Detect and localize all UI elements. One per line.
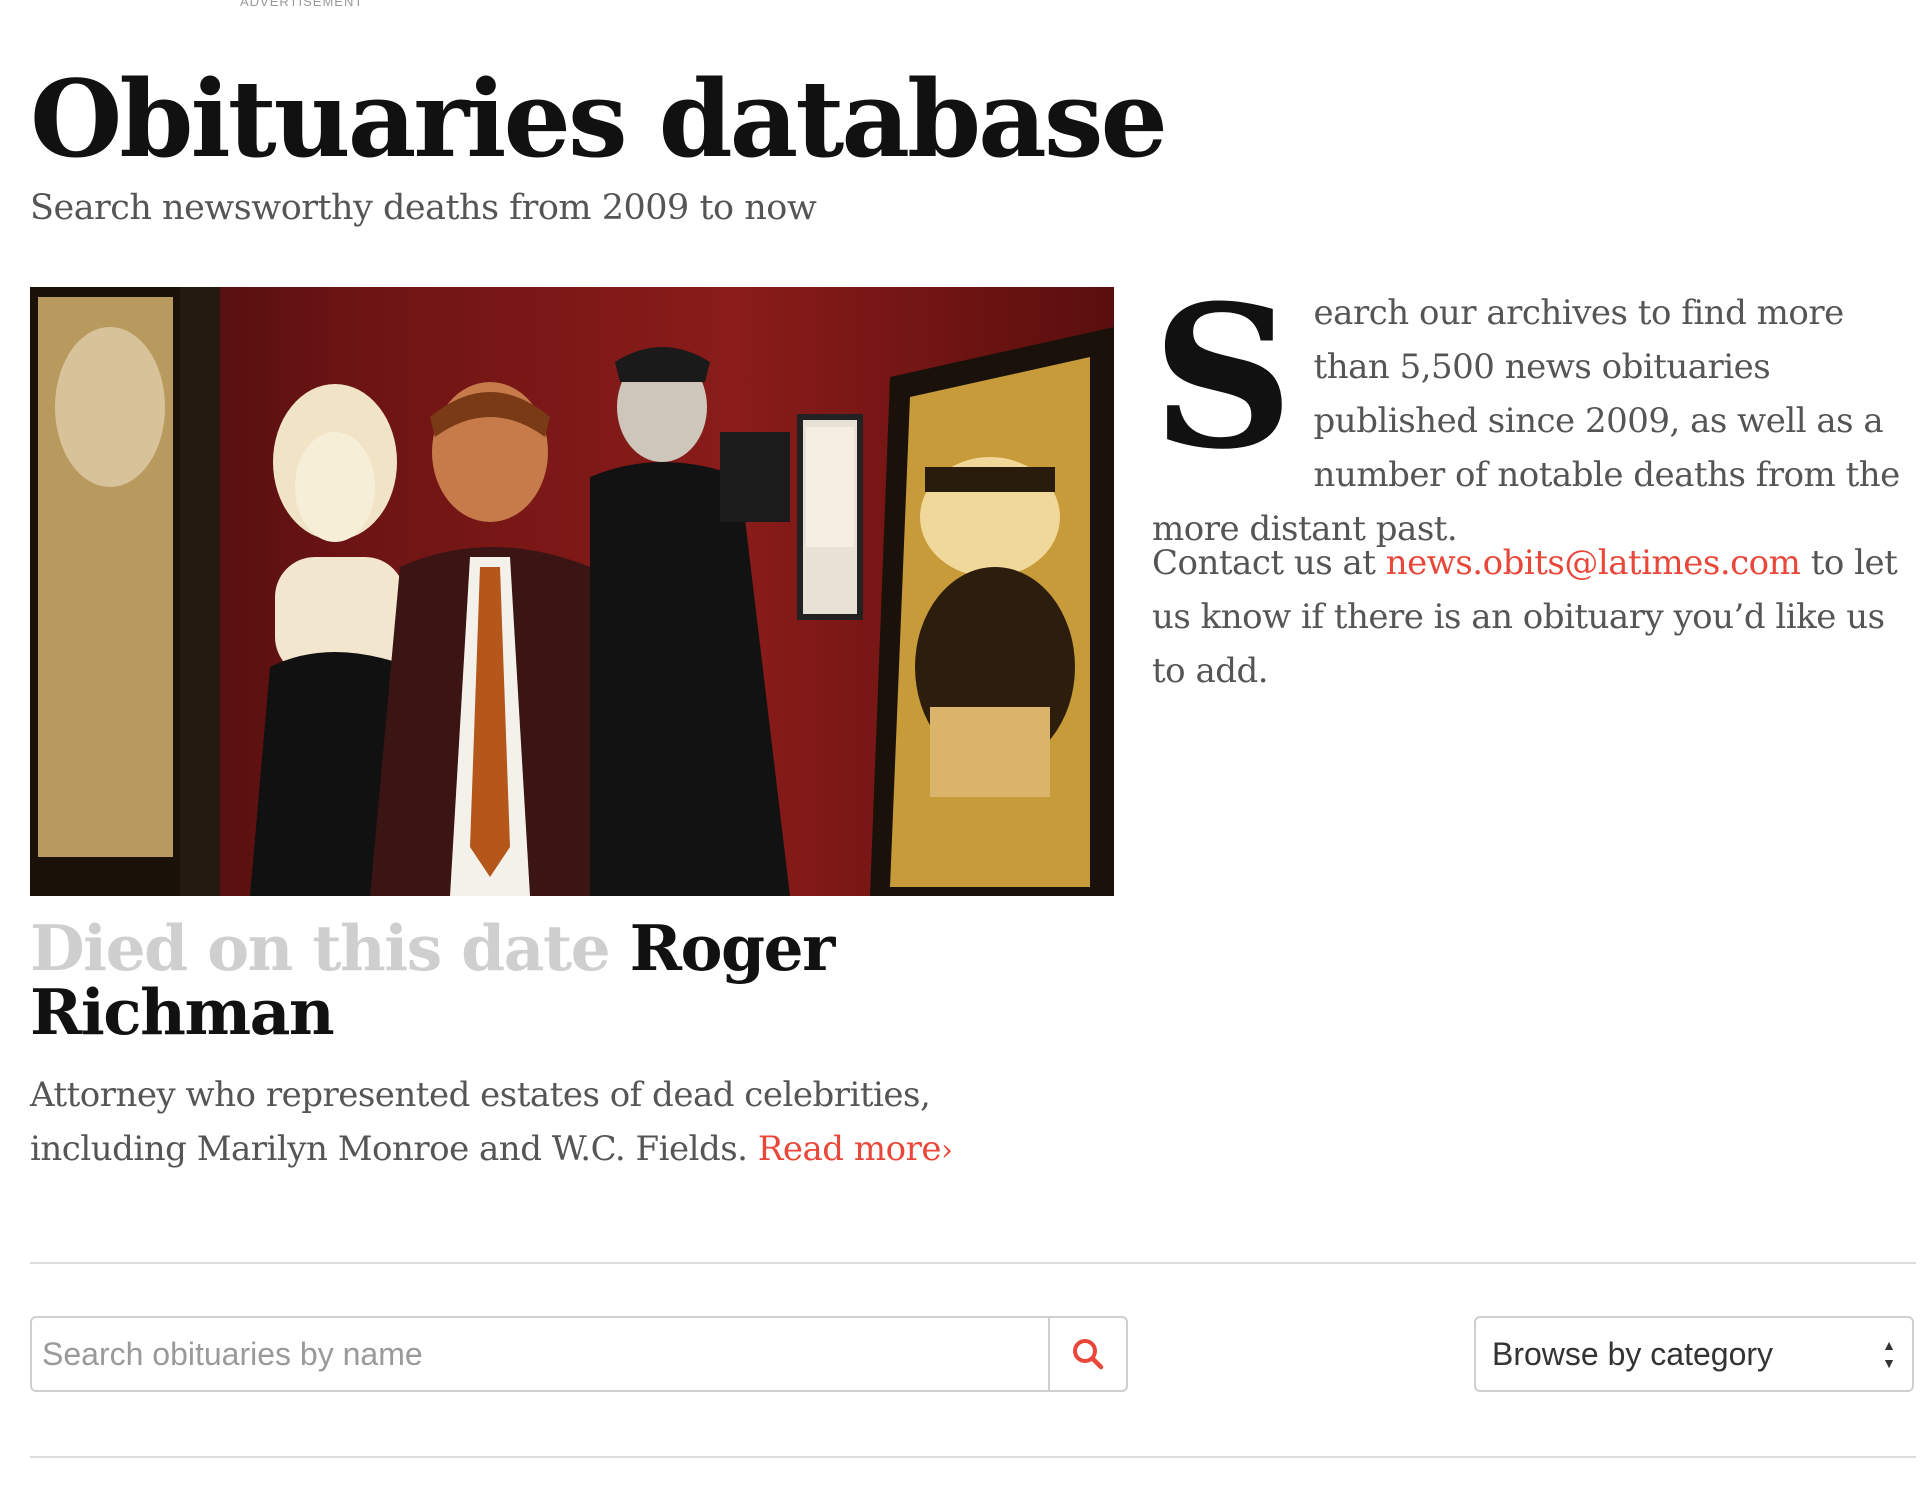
intro-paragraph: S earch our archives to find more than 5…: [1152, 263, 1922, 556]
feature-summary: Attorney who represented estates of dead…: [30, 1068, 1070, 1178]
died-on-this-date-label: Died on this date: [30, 911, 611, 985]
search-box: [30, 1316, 1128, 1392]
search-input[interactable]: [32, 1318, 1048, 1390]
arrow-down-icon: ▼: [1882, 1355, 1896, 1371]
died-on-this-date-heading: Died on this date Roger Richman: [30, 916, 930, 1044]
arrow-up-icon: ▲: [1882, 1337, 1896, 1353]
divider-top: [30, 1262, 1916, 1264]
category-select-label: Browse by category: [1492, 1335, 1774, 1372]
read-more-label: Read more: [757, 1129, 942, 1169]
search-button[interactable]: [1048, 1318, 1126, 1390]
contact-email-link[interactable]: news.obits@latimes.com: [1386, 543, 1801, 583]
contact-paragraph: Contact us at news.obits@latimes.com to …: [1152, 536, 1922, 698]
divider-bottom: [30, 1456, 1916, 1458]
browse-by-category-select[interactable]: Browse by category ▲ ▼: [1474, 1316, 1914, 1392]
read-more-link[interactable]: Read more›: [758, 1129, 953, 1169]
chevron-right-icon: ›: [940, 1133, 953, 1168]
advertisement-label: ADVERTISEMENT: [240, 0, 364, 9]
drop-cap: S: [1152, 263, 1294, 493]
feature-photo-image: [30, 287, 1114, 896]
select-arrows-icon: ▲ ▼: [1882, 1338, 1896, 1370]
page-title: Obituaries database: [30, 56, 1168, 181]
contact-text-before: Contact us at: [1152, 543, 1386, 583]
feature-photo[interactable]: [30, 287, 1114, 896]
search-icon: [1073, 1339, 1104, 1370]
page-subtitle: Search newsworthy deaths from 2009 to no…: [30, 188, 817, 228]
